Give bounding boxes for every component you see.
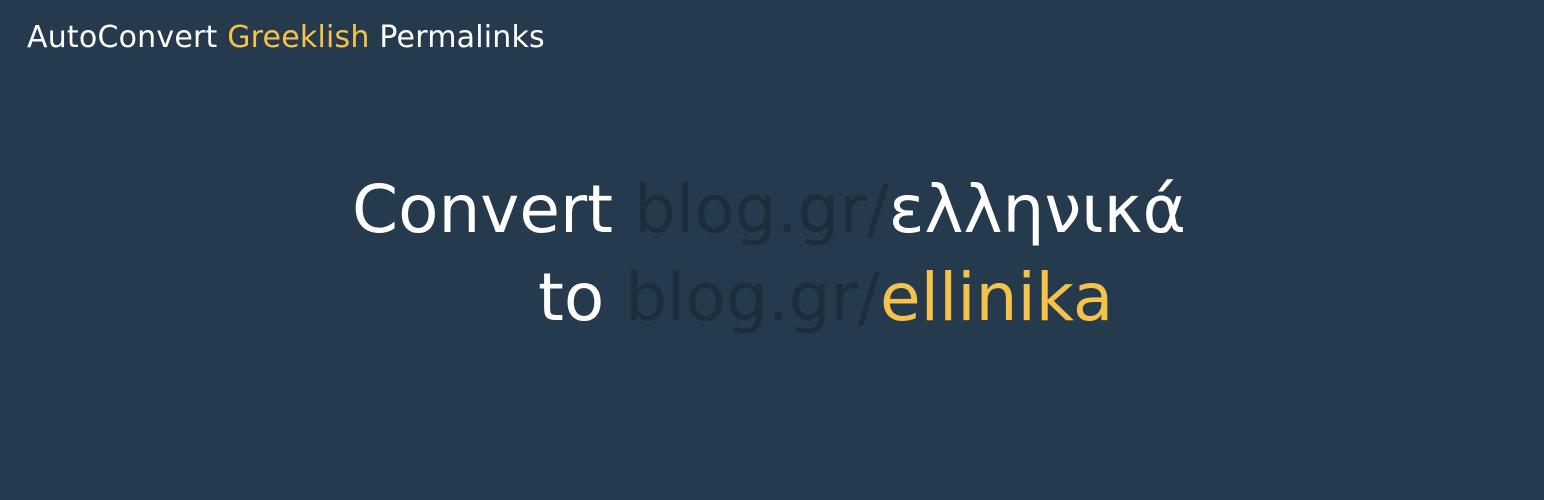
hero-greek-slug: ελληνικά [888,171,1186,248]
plugin-title: AutoConvert Greeklish Permalinks [27,18,545,58]
hero-line-latin: to blog.gr/ellinika [538,258,1113,338]
title-greeklish: Greeklish [227,20,370,55]
banner: { "header": { "title_part1": "AutoConver… [0,0,1544,500]
title-autoconvert: AutoConvert [27,20,218,55]
hero-domain-greek: blog.gr/ [633,171,889,248]
hero-greeklish-slug: ellinika [880,259,1114,336]
hero-to-word: to [538,259,605,336]
title-permalinks: Permalinks [379,20,545,55]
hero-line-greek: Convert blog.gr/ελληνικά [352,170,1186,250]
hero-convert-word: Convert [352,171,613,248]
hero-domain-latin: blog.gr/ [625,259,881,336]
